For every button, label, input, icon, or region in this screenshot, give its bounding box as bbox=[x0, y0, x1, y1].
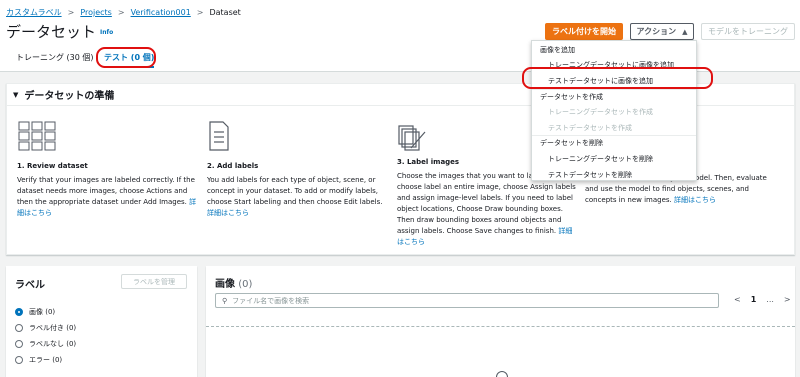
menu-delete-test-dataset[interactable]: テストデータセットを削除 bbox=[548, 170, 632, 180]
search-placeholder: ファイル名で画像を検索 bbox=[232, 296, 310, 305]
train-model-button[interactable]: モデルをトレーニング bbox=[701, 23, 795, 40]
images-title-text: 画像 bbox=[215, 279, 235, 290]
image-search-input[interactable]: ⚲ ファイル名で画像を検索 bbox=[215, 293, 719, 308]
pager-ellipsis: ... bbox=[766, 295, 774, 304]
filter-label: エラー bbox=[29, 356, 50, 364]
step-title: 2. Add labels bbox=[207, 162, 259, 170]
step-desc-text: Verify that your images are labeled corr… bbox=[17, 176, 195, 206]
step-desc-text: Choose the images that you want to label… bbox=[397, 172, 578, 235]
step-add-labels: 2. Add labels You add labels for each ty… bbox=[207, 120, 389, 219]
menu-delete-training-dataset[interactable]: トレーニングデータセットを削除 bbox=[548, 154, 653, 164]
actions-button[interactable]: アクション ▲ bbox=[630, 23, 694, 40]
breadcrumb: カスタムラベル > Projects > Verification001 > D… bbox=[6, 7, 241, 18]
label-list-icon bbox=[207, 120, 389, 156]
menu-divider bbox=[532, 135, 696, 136]
image-dropzone bbox=[206, 326, 795, 377]
menu-create-test-dataset[interactable]: テストデータセットを作成 bbox=[548, 123, 632, 133]
filter-count: (0) bbox=[66, 340, 77, 348]
breadcrumb-current: Dataset bbox=[209, 8, 241, 17]
radio-icon bbox=[15, 324, 23, 332]
filter-count: (0) bbox=[66, 324, 77, 332]
image-grid-icon bbox=[17, 120, 199, 156]
step-description: Verify that your images are labeled corr… bbox=[17, 175, 199, 219]
breadcrumb-separator: > bbox=[117, 8, 125, 17]
caret-down-icon: ▼ bbox=[13, 90, 19, 99]
breadcrumb-projects[interactable]: Projects bbox=[80, 8, 112, 17]
breadcrumb-custom-labels[interactable]: カスタムラベル bbox=[6, 7, 62, 18]
page-title: データセット Info bbox=[6, 21, 113, 42]
step-desc-text: You add labels for each type of object, … bbox=[207, 176, 383, 206]
actions-label: アクション bbox=[636, 27, 677, 36]
pagination: < 1 ... > bbox=[734, 295, 791, 304]
search-icon: ⚲ bbox=[222, 296, 228, 305]
filter-label: 画像 bbox=[29, 308, 43, 316]
actions-menu: 画像を追加 トレーニングデータセットに画像を追加 テストデータセットに画像を追加… bbox=[531, 40, 697, 181]
step-title: 1. Review dataset bbox=[17, 162, 88, 170]
filter-labeled[interactable]: ラベル付き (0) bbox=[15, 323, 76, 333]
labels-title: ラベル bbox=[15, 280, 45, 291]
filter-all-images[interactable]: 画像 (0) bbox=[15, 307, 55, 317]
filter-count: (0) bbox=[45, 308, 56, 316]
menu-divider bbox=[532, 89, 696, 90]
pager-prev-button[interactable]: < bbox=[734, 295, 741, 304]
filter-label: ラベル付き bbox=[29, 324, 64, 332]
dropdown-arrow-icon: ▲ bbox=[682, 27, 688, 36]
page-title-text: データセット bbox=[6, 23, 97, 41]
learn-more-link[interactable]: 詳細はこちら bbox=[207, 209, 249, 217]
radio-icon bbox=[15, 340, 23, 348]
pager-next-button[interactable]: > bbox=[784, 295, 791, 304]
labels-panel: ラベル ラベルを管理 画像 (0) ラベル付き (0) ラベルなし (0) エラ… bbox=[6, 266, 197, 377]
radio-selected-icon bbox=[15, 308, 23, 316]
prep-title: データセットの準備 bbox=[24, 91, 115, 102]
start-labeling-button[interactable]: ラベル付けを開始 bbox=[545, 23, 623, 40]
images-count: (0) bbox=[238, 279, 253, 290]
menu-group-add-images: 画像を追加 bbox=[540, 46, 575, 54]
upload-icon bbox=[496, 371, 508, 377]
breadcrumb-project[interactable]: Verification001 bbox=[131, 8, 191, 17]
menu-group-delete-dataset: データセットを削除 bbox=[540, 139, 603, 147]
breadcrumb-separator: > bbox=[196, 8, 204, 17]
filter-count: (0) bbox=[52, 356, 63, 364]
manage-labels-button[interactable]: ラベルを管理 bbox=[121, 274, 187, 289]
pager-page-1[interactable]: 1 bbox=[751, 295, 757, 304]
menu-group-create-dataset: データセットを作成 bbox=[540, 93, 603, 101]
step-review: 1. Review dataset Verify that your image… bbox=[17, 120, 199, 219]
breadcrumb-separator: > bbox=[67, 8, 75, 17]
highlight-oval-test-tab bbox=[96, 47, 156, 68]
learn-more-link[interactable]: 詳細はこちら bbox=[674, 196, 716, 204]
filter-label: ラベルなし bbox=[29, 340, 64, 348]
filter-unlabeled[interactable]: ラベルなし (0) bbox=[15, 339, 76, 349]
images-panel: 画像 (0) ⚲ ファイル名で画像を検索 < 1 ... > bbox=[206, 266, 795, 377]
step-description: Choose the images that you want to label… bbox=[397, 171, 579, 248]
step-description: You add labels for each type of object, … bbox=[207, 175, 389, 219]
highlight-oval-add-test-images bbox=[522, 67, 713, 89]
info-link[interactable]: Info bbox=[100, 29, 113, 36]
tab-training[interactable]: トレーニング (30 個) bbox=[16, 52, 94, 63]
menu-create-training-dataset[interactable]: トレーニングデータセットを作成 bbox=[548, 107, 653, 117]
images-title: 画像 (0) bbox=[215, 275, 252, 290]
radio-icon bbox=[15, 356, 23, 364]
filter-errors[interactable]: エラー (0) bbox=[15, 355, 62, 365]
